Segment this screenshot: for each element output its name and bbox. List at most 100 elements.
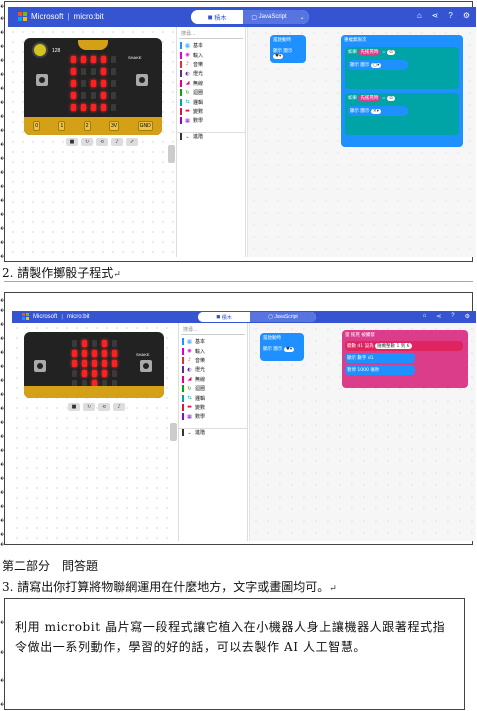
tab-javascript[interactable]: ▢ JavaScript bbox=[250, 312, 316, 322]
shake-label[interactable]: SHAKE bbox=[136, 352, 150, 357]
toolbox-category[interactable]: ⌄ 進階 bbox=[179, 427, 247, 437]
show-number-block[interactable]: 顯示 數字 d1 bbox=[345, 353, 415, 363]
microbit-board[interactable]: 128 SHAKE 0 1 2 3V GND bbox=[24, 38, 162, 135]
fullscreen-icon[interactable]: ⤢ bbox=[126, 138, 138, 146]
toolbox-category[interactable]: ↻ 迴圈 bbox=[177, 88, 245, 97]
tab-blocks[interactable]: ◼ 積木 bbox=[198, 312, 250, 322]
cross-icon[interactable]: ✕▾ bbox=[370, 109, 381, 114]
shake-condition[interactable]: 先搖晃時 bbox=[358, 49, 381, 55]
toolbox-category[interactable]: ▬ 變數 bbox=[179, 403, 247, 412]
button-a[interactable] bbox=[34, 360, 46, 372]
category-color-bar bbox=[182, 366, 184, 374]
pin-0[interactable]: 0 bbox=[33, 121, 41, 131]
toolbox-category[interactable]: ▦ 數學 bbox=[177, 116, 245, 125]
led bbox=[111, 56, 116, 63]
category-color-bar bbox=[182, 356, 184, 364]
show-icon-block[interactable]: 顯示 圖示 ✕▾ bbox=[348, 106, 408, 116]
slowmo-icon[interactable]: ⟲ bbox=[96, 138, 108, 146]
mute-icon[interactable]: ♪ bbox=[113, 403, 125, 411]
gear-icon[interactable]: ⚙ bbox=[463, 11, 470, 20]
tab-blocks[interactable]: ◼ 積木 bbox=[191, 10, 243, 24]
stop-icon[interactable]: ■ bbox=[66, 138, 78, 146]
category-color-bar bbox=[182, 375, 184, 383]
heart-icon[interactable]: ♥▾ bbox=[273, 54, 284, 59]
pin-2[interactable]: 2 bbox=[83, 121, 91, 131]
share-icon[interactable]: ⋖ bbox=[432, 11, 439, 20]
toolbox-search-input[interactable]: 搜尋... bbox=[179, 29, 243, 39]
value-pill[interactable]: ⊙ bbox=[387, 96, 395, 101]
question-2-heading: 2. 請製作擲骰子程式↵ bbox=[2, 266, 121, 280]
toolbox-category[interactable]: ◉ 輸入 bbox=[179, 346, 247, 355]
category-label: 基本 bbox=[195, 339, 206, 346]
toolbox-category[interactable]: ⌄ 進階 bbox=[177, 131, 245, 141]
toolbox-category[interactable]: ▬ 變數 bbox=[177, 107, 245, 116]
home-icon[interactable]: ⌂ bbox=[423, 313, 427, 320]
button-b[interactable] bbox=[136, 74, 148, 86]
set-variable-block[interactable]: 變數 d1 設為 隨機整數 1 到 6 bbox=[345, 341, 463, 351]
if-block-2[interactable]: 如果 先搖晃時 = ⊙ 顯示 圖示 ✕▾ bbox=[345, 93, 459, 135]
button-b[interactable] bbox=[140, 360, 152, 372]
help-icon[interactable]: ? bbox=[448, 11, 452, 20]
toolbox-category[interactable]: ⇆ 邏輯 bbox=[179, 393, 247, 402]
restart-icon[interactable]: ↻ bbox=[83, 403, 95, 411]
category-icon: ◉ bbox=[185, 52, 190, 59]
microsoft-logo-icon bbox=[22, 313, 29, 320]
help-icon[interactable]: ? bbox=[451, 313, 454, 320]
share-icon[interactable]: ⋖ bbox=[436, 313, 441, 320]
slowmo-icon[interactable]: ⟲ bbox=[98, 403, 110, 411]
pin-3v[interactable]: 3V bbox=[108, 121, 120, 131]
pin-1[interactable]: 1 bbox=[58, 121, 66, 131]
toolbox-category[interactable]: ⇆ 邏輯 bbox=[177, 97, 245, 106]
gear-icon[interactable]: ⚙ bbox=[465, 313, 470, 320]
led bbox=[82, 340, 87, 347]
on-start-block[interactable]: 當啟動時 顯示 圖示 ♥▾ bbox=[270, 35, 306, 63]
microbit-board[interactable]: SHAKE bbox=[24, 332, 164, 398]
led bbox=[111, 68, 116, 75]
toolbox-category[interactable]: ◉ 輸入 bbox=[177, 50, 245, 59]
button-a[interactable] bbox=[36, 74, 48, 86]
toolbox-category[interactable]: ▦ 基本 bbox=[179, 337, 247, 346]
home-icon[interactable]: ⌂ bbox=[417, 11, 422, 20]
category-color-bar bbox=[182, 347, 184, 355]
toolbox-category[interactable]: ♪ 音樂 bbox=[179, 356, 247, 365]
led bbox=[72, 370, 77, 377]
collapse-simulator-icon[interactable] bbox=[168, 145, 175, 163]
led bbox=[102, 370, 107, 377]
restart-icon[interactable]: ↻ bbox=[81, 138, 93, 146]
toolbox-category[interactable]: ◢ 無線 bbox=[179, 375, 247, 384]
category-icon: ▦ bbox=[185, 117, 190, 124]
on-start-block[interactable]: 當啟動時 顯示 圖示 ♥▾ bbox=[260, 333, 304, 361]
category-color-bar bbox=[180, 117, 182, 125]
led bbox=[72, 340, 77, 347]
shake-label[interactable]: SHAKE bbox=[128, 55, 142, 60]
toolbox-category[interactable]: ▦ 基本 bbox=[177, 41, 245, 50]
stop-icon[interactable]: ■ bbox=[68, 403, 80, 411]
led bbox=[81, 104, 86, 111]
pin-gnd[interactable]: GND bbox=[137, 121, 153, 131]
if-block-1[interactable]: 如果 先搖晃時 = ⊙ 顯示 圖示 ▢▾ bbox=[345, 47, 459, 89]
value-pill[interactable]: ⊙ bbox=[387, 50, 395, 55]
show-icon-block[interactable]: 顯示 圖示 ▢▾ bbox=[348, 60, 408, 70]
shake-condition[interactable]: 先搖晃時 bbox=[358, 95, 381, 101]
chevron-down-icon[interactable]: ⌄ bbox=[295, 10, 309, 24]
category-label: 進階 bbox=[193, 134, 204, 141]
category-label: 無線 bbox=[195, 376, 206, 383]
toolbox-search-input[interactable]: 搜尋... bbox=[181, 325, 245, 335]
toolbox-category[interactable]: ↻ 迴圈 bbox=[179, 384, 247, 393]
on-shake-block[interactable]: 當 搖晃 被觸發 變數 d1 設為 隨機整數 1 到 6 顯示 數字 d1 暫停… bbox=[342, 330, 468, 388]
led bbox=[71, 104, 76, 111]
heart-icon[interactable]: ♥▾ bbox=[283, 347, 295, 352]
toolbox-category[interactable]: ▦ 數學 bbox=[179, 412, 247, 421]
led bbox=[112, 350, 117, 357]
collapse-simulator-icon[interactable] bbox=[170, 423, 177, 441]
toolbox-category[interactable]: ◐ 燈光 bbox=[179, 365, 247, 374]
toolbox-category[interactable]: ◢ 無線 bbox=[177, 79, 245, 88]
pause-block[interactable]: 暫停 1000 毫秒 bbox=[345, 365, 415, 375]
toolbox-category[interactable]: ♪ 音樂 bbox=[177, 60, 245, 69]
mute-icon[interactable]: ♪ bbox=[111, 138, 123, 146]
led bbox=[112, 340, 117, 347]
tab-javascript[interactable]: ▢ JavaScript bbox=[243, 10, 295, 24]
random-pill[interactable]: 隨機整數 1 到 6 bbox=[375, 343, 412, 349]
square-icon[interactable]: ▢▾ bbox=[370, 63, 382, 68]
toolbox-category[interactable]: ◐ 燈光 bbox=[177, 69, 245, 78]
